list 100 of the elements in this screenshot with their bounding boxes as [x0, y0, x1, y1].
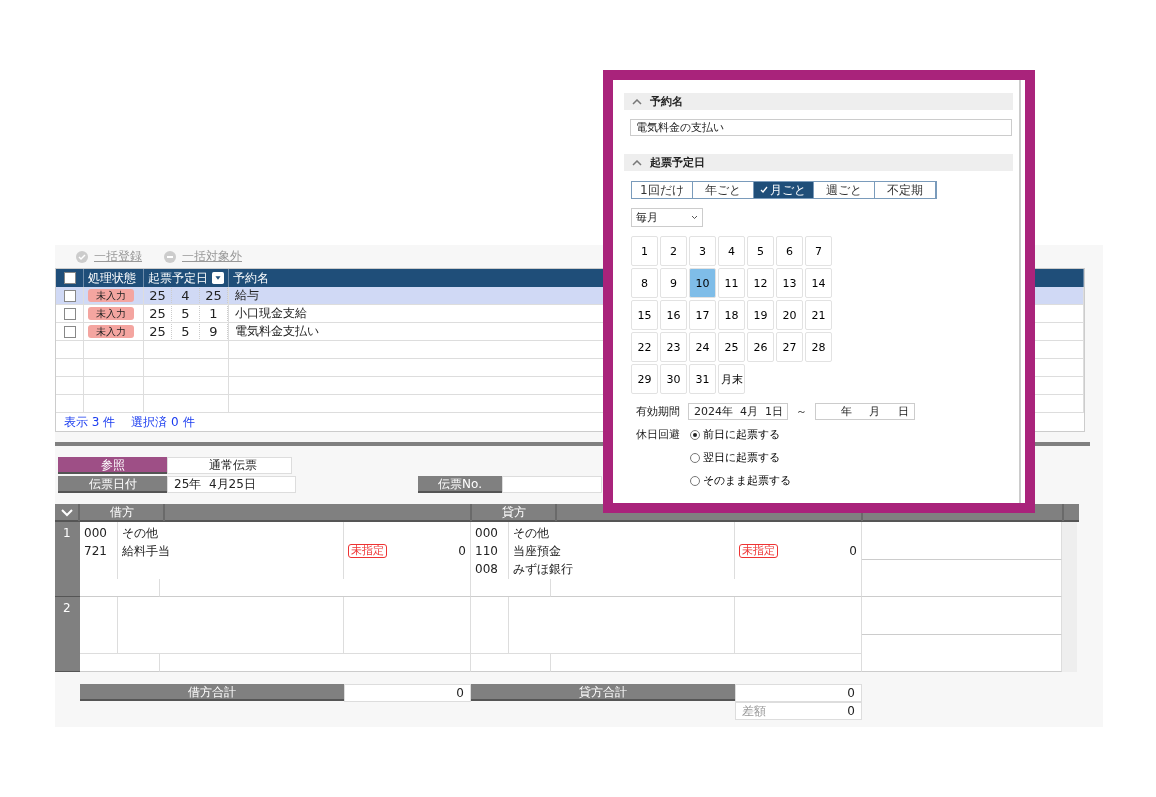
count-text: 選択済 0 件	[131, 413, 195, 431]
field-label: 参照	[58, 457, 167, 474]
holiday-option[interactable]: そのまま起票する	[690, 473, 791, 488]
day-button[interactable]: 1	[631, 236, 658, 266]
voucher-date-field[interactable]: 25年 4月25日	[167, 476, 296, 493]
day-button[interactable]: 13	[776, 268, 803, 298]
voucher-type-field[interactable]: 通常伝票	[167, 457, 292, 474]
name-input-field[interactable]: 電気料金の支払い	[630, 119, 1012, 136]
day-button[interactable]: 31	[689, 364, 716, 394]
select-all-checkbox[interactable]	[63, 272, 76, 284]
account-name: みずほ銀行	[513, 561, 574, 578]
date-part: 25	[144, 288, 172, 303]
day-button[interactable]: 16	[660, 300, 687, 330]
day-button[interactable]: 10	[689, 268, 716, 298]
row-checkbox[interactable]	[63, 325, 76, 338]
radio-icon[interactable]	[690, 429, 700, 440]
section-header[interactable]: 予約名	[624, 93, 1013, 110]
empty-cell[interactable]	[862, 634, 1062, 672]
holiday-option[interactable]: 前日に起票する	[690, 427, 791, 442]
day-button[interactable]: 11	[718, 268, 745, 298]
minus-circle-icon	[164, 250, 176, 263]
day-button[interactable]: 27	[776, 332, 803, 362]
day-button[interactable]: 9	[660, 268, 687, 298]
row-number: 1	[55, 522, 80, 597]
day-button[interactable]: 20	[776, 300, 803, 330]
date-part: 5	[172, 306, 200, 321]
amount: 0	[849, 543, 857, 560]
day-button[interactable]: 5	[747, 236, 774, 266]
column-header: 処理状態	[88, 269, 136, 287]
chevron-down-icon[interactable]	[60, 508, 73, 517]
account-code: 000	[475, 525, 499, 542]
check-circle-icon	[76, 250, 88, 263]
voucher-number-field[interactable]	[502, 476, 602, 493]
dropdown-icon[interactable]	[212, 271, 224, 285]
status-badge: 未入力	[88, 307, 134, 320]
start-date-field[interactable]: 2024年 4月 1日	[688, 403, 788, 420]
day-button[interactable]: 月末	[718, 364, 745, 394]
scrollbar[interactable]	[1062, 522, 1077, 672]
day-button[interactable]: 8	[631, 268, 658, 298]
day-button[interactable]: 2	[660, 236, 687, 266]
column-header: 予約名	[233, 269, 269, 287]
difference-label: 差額	[742, 703, 766, 719]
date-part: 5	[172, 324, 200, 339]
empty-cell[interactable]	[862, 559, 1062, 597]
chevron-up-icon[interactable]	[632, 159, 642, 166]
row-checkbox[interactable]	[63, 289, 76, 302]
column-header: 借方	[109, 504, 134, 521]
empty-cell[interactable]	[862, 522, 1062, 560]
day-button[interactable]: 3	[689, 236, 716, 266]
day-button[interactable]: 22	[631, 332, 658, 362]
holiday-option[interactable]: 翌日に起票する	[690, 450, 791, 465]
day-button[interactable]: 15	[631, 300, 658, 330]
interval-select[interactable]: 毎月	[631, 208, 703, 227]
column-header: 起票予定日	[148, 269, 208, 287]
account-code: 000	[84, 525, 108, 542]
account-name: その他	[122, 525, 159, 542]
day-button[interactable]: 26	[747, 332, 774, 362]
day-button[interactable]: 30	[660, 364, 687, 394]
day-button[interactable]: 4	[718, 236, 745, 266]
day-button[interactable]: 29	[631, 364, 658, 394]
day-button[interactable]: 25	[718, 332, 745, 362]
field-label: 伝票日付	[58, 476, 167, 493]
date-part: 25	[144, 306, 172, 321]
day-button[interactable]: 21	[805, 300, 832, 330]
day-button[interactable]: 19	[747, 300, 774, 330]
row-checkbox[interactable]	[63, 307, 76, 320]
reservation-name: 電気料金支払い	[234, 323, 319, 340]
field-label: 伝票No.	[418, 476, 502, 493]
status-badge: 未入力	[88, 325, 134, 338]
day-button[interactable]: 6	[776, 236, 803, 266]
day-button[interactable]: 17	[689, 300, 716, 330]
day-button[interactable]: 18	[718, 300, 745, 330]
reservation-name: 給与	[234, 287, 259, 304]
debit-total: 0	[344, 684, 471, 702]
status-badge: 未入力	[88, 289, 134, 302]
range-separator: ～	[796, 404, 807, 419]
end-date-field[interactable]: 年 月 日	[815, 403, 915, 420]
chevron-up-icon[interactable]	[632, 98, 642, 105]
account-name: 当座預金	[513, 543, 562, 560]
day-button[interactable]: 23	[660, 332, 687, 362]
radio-icon[interactable]	[690, 475, 700, 486]
date-part: 4	[172, 288, 200, 303]
radio-icon[interactable]	[690, 452, 700, 463]
field-label: 休日回避	[636, 427, 680, 443]
account-code: 008	[475, 561, 499, 578]
reservation-name: 小口現金支給	[234, 305, 307, 322]
account-name: 給料手当	[122, 543, 171, 560]
day-button[interactable]: 28	[805, 332, 832, 362]
unassigned-tag: 未指定	[348, 544, 387, 558]
day-button[interactable]: 12	[747, 268, 774, 298]
column-header: 貸方	[501, 504, 526, 521]
frequency-tab[interactable]: 月ごと	[753, 182, 815, 198]
day-button[interactable]: 14	[805, 268, 832, 298]
empty-cell[interactable]	[862, 597, 1062, 635]
day-button[interactable]: 7	[805, 236, 832, 266]
account-code: 110	[475, 543, 499, 560]
section-header[interactable]: 起票予定日	[624, 154, 1013, 171]
field-label: 有効期間	[636, 404, 680, 419]
day-button[interactable]: 24	[689, 332, 716, 362]
caret-icon	[691, 215, 698, 220]
